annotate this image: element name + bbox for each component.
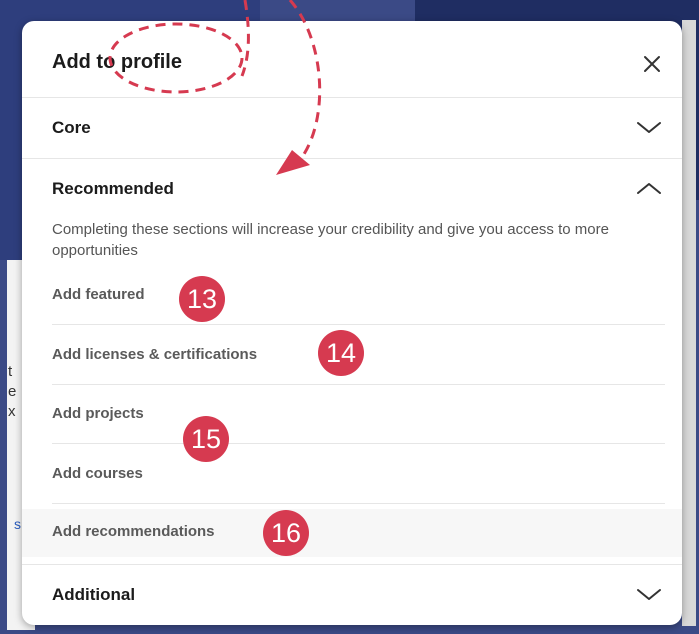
annotation-badge: 15 xyxy=(183,416,229,462)
annotation-badge: 13 xyxy=(179,276,225,322)
annotation-dashed-arrow xyxy=(108,0,322,175)
annotation-badge: 14 xyxy=(318,330,364,376)
annotation-badge: 16 xyxy=(263,510,309,556)
